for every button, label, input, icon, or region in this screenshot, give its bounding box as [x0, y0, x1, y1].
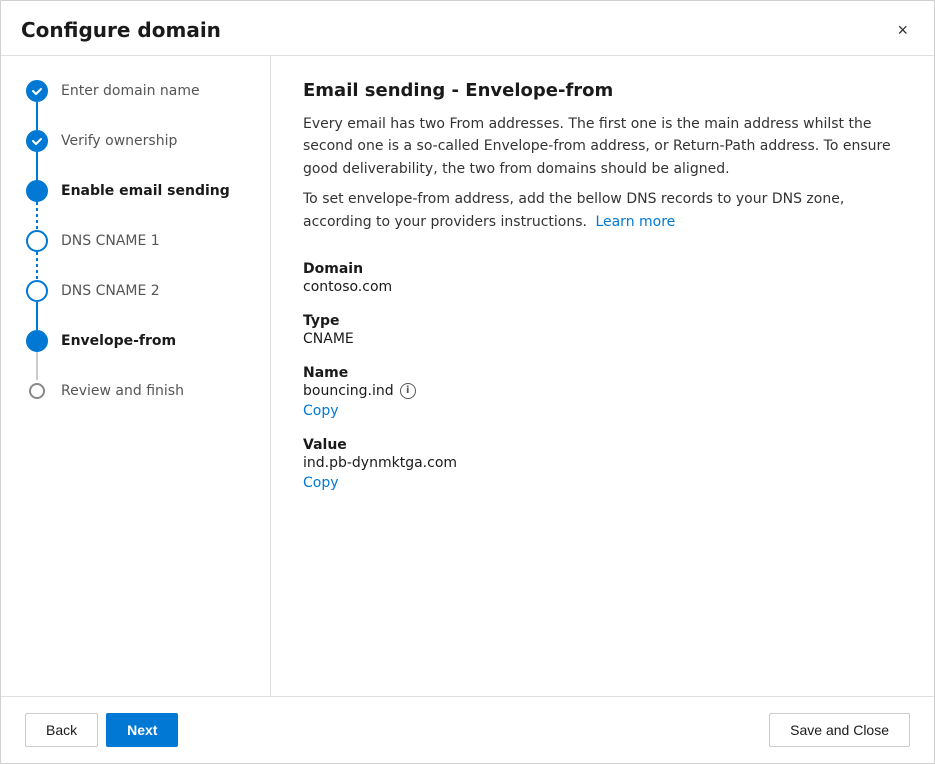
step-item-review: Review and finish	[25, 380, 270, 420]
name-copy-link[interactable]: Copy	[303, 403, 339, 419]
type-row: Type CNAME	[303, 313, 902, 347]
configure-domain-modal: Configure domain × Enter domain name	[0, 0, 935, 764]
step-line-6	[36, 352, 38, 380]
step-connector-review	[25, 380, 49, 402]
step-icon-enter-domain	[26, 80, 48, 102]
step-item-dns-cname-1: DNS CNAME 1	[25, 230, 270, 280]
description-paragraph-2: To set envelope-from address, add the be…	[303, 188, 902, 233]
step-item-verify-ownership: Verify ownership	[25, 130, 270, 180]
step-line-1	[36, 102, 38, 130]
sidebar-item-enter-domain: Enter domain name	[61, 80, 200, 120]
type-label: Type	[303, 313, 902, 329]
sidebar-item-review: Review and finish	[61, 380, 184, 420]
step-item-enter-domain: Enter domain name	[25, 80, 270, 130]
name-row: Name bouncing.ind i Copy	[303, 365, 902, 419]
sidebar-item-enable-email: Enable email sending	[61, 180, 230, 220]
name-value: bouncing.ind	[303, 383, 394, 399]
sidebar-item-envelope-from: Envelope-from	[61, 330, 176, 370]
name-label: Name	[303, 365, 902, 381]
close-button[interactable]: ×	[891, 17, 914, 43]
main-content: Email sending - Envelope-from Every emai…	[271, 56, 934, 696]
step-connector-verify	[25, 130, 49, 180]
domain-label: Domain	[303, 261, 902, 277]
step-connector-dns2	[25, 280, 49, 330]
info-icon: i	[400, 383, 416, 399]
modal-title: Configure domain	[21, 18, 221, 42]
step-icon-review	[29, 383, 45, 399]
name-value-container: bouncing.ind i	[303, 383, 902, 399]
step-icon-enable	[26, 180, 48, 202]
step-icon-verify	[26, 130, 48, 152]
step-connector-dns1	[25, 230, 49, 280]
sidebar: Enter domain name Verify ownership	[1, 56, 271, 696]
step-item-dns-cname-2: DNS CNAME 2	[25, 280, 270, 330]
footer-left-buttons: Back Next	[25, 713, 178, 747]
description-paragraph-1: Every email has two From addresses. The …	[303, 113, 902, 180]
value-row: Value ind.pb-dynmktga.com Copy	[303, 437, 902, 491]
step-connector-enable	[25, 180, 49, 230]
next-button[interactable]: Next	[106, 713, 178, 747]
value-copy-link[interactable]: Copy	[303, 475, 339, 491]
value-label: Value	[303, 437, 902, 453]
description-text-2: To set envelope-from address, add the be…	[303, 191, 844, 229]
save-close-button[interactable]: Save and Close	[769, 713, 910, 747]
step-connector-enter-domain	[25, 80, 49, 130]
step-line-5	[36, 302, 38, 330]
step-connector-envelope	[25, 330, 49, 380]
step-line-2	[36, 152, 38, 180]
modal-body: Enter domain name Verify ownership	[1, 56, 934, 696]
type-value: CNAME	[303, 331, 902, 347]
modal-header: Configure domain ×	[1, 1, 934, 56]
domain-value: contoso.com	[303, 279, 902, 295]
learn-more-link[interactable]: Learn more	[595, 214, 675, 230]
back-button[interactable]: Back	[25, 713, 98, 747]
step-list: Enter domain name Verify ownership	[25, 80, 270, 420]
value-value: ind.pb-dynmktga.com	[303, 455, 902, 471]
sidebar-item-dns-cname-1: DNS CNAME 1	[61, 230, 160, 270]
step-icon-dns1	[26, 230, 48, 252]
step-line-4	[36, 252, 38, 280]
sidebar-item-dns-cname-2: DNS CNAME 2	[61, 280, 160, 320]
step-icon-envelope	[26, 330, 48, 352]
sidebar-item-verify-ownership: Verify ownership	[61, 130, 177, 170]
info-block: Domain contoso.com Type CNAME Name bounc…	[303, 261, 902, 509]
step-icon-dns2	[26, 280, 48, 302]
step-item-envelope-from: Envelope-from	[25, 330, 270, 380]
modal-footer: Back Next Save and Close	[1, 696, 934, 763]
section-title: Email sending - Envelope-from	[303, 80, 902, 101]
domain-row: Domain contoso.com	[303, 261, 902, 295]
step-line-3	[36, 202, 38, 230]
step-item-enable-email: Enable email sending	[25, 180, 270, 230]
